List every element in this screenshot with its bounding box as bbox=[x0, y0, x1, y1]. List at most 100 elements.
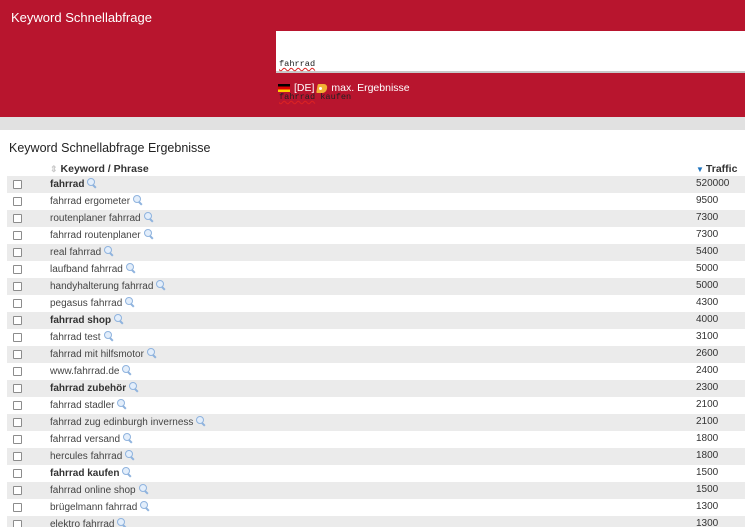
magnifier-icon[interactable] bbox=[122, 467, 132, 477]
keyword-text: hercules fahrrad bbox=[50, 451, 123, 462]
row-checkbox[interactable] bbox=[13, 367, 22, 376]
magnifier-icon[interactable] bbox=[146, 348, 157, 358]
keyword-cell: hercules fahrrad bbox=[50, 450, 135, 462]
row-checkbox[interactable] bbox=[13, 248, 22, 257]
table-row: handyhalterung fahrrad 5000 bbox=[7, 278, 745, 295]
row-checkbox[interactable] bbox=[13, 435, 22, 444]
keyword-cell: handyhalterung fahrrad bbox=[50, 280, 166, 292]
keyword-text: www.fahrrad.de bbox=[50, 366, 120, 377]
traffic-cell: 520000 bbox=[696, 178, 730, 189]
magnifier-icon[interactable] bbox=[143, 212, 154, 222]
magnifier-icon[interactable] bbox=[125, 263, 136, 273]
table-body: fahrrad 520000 fahrrad ergometer 9500 routen… bbox=[7, 176, 745, 527]
keyword-text: fahrrad ergometer bbox=[50, 196, 131, 207]
table-row: fahrrad stadler 2100 bbox=[7, 397, 745, 414]
keyword-column-label: Keyword / Phrase bbox=[60, 163, 149, 175]
row-checkbox[interactable] bbox=[13, 350, 22, 359]
row-checkbox[interactable] bbox=[13, 197, 22, 206]
magnifier-icon[interactable] bbox=[117, 518, 127, 527]
keyword-cell: fahrrad versand bbox=[50, 433, 133, 445]
magnifier-icon[interactable] bbox=[143, 229, 154, 239]
traffic-cell: 1300 bbox=[696, 518, 719, 527]
keyword-cell: fahrrad shop bbox=[50, 314, 124, 326]
magnifier-icon[interactable] bbox=[125, 297, 135, 307]
magnifier-icon[interactable] bbox=[129, 382, 139, 392]
magnifier-icon[interactable] bbox=[125, 450, 135, 460]
results-table: ⇕ Keyword / Phrase ▼ Traffic fahrrad 520000… bbox=[7, 163, 745, 527]
row-checkbox[interactable] bbox=[13, 282, 22, 291]
traffic-cell: 1500 bbox=[696, 467, 719, 478]
magnifier-icon[interactable] bbox=[117, 399, 127, 409]
table-row: routenplaner fahrrad 7300 bbox=[7, 210, 745, 227]
row-checkbox[interactable] bbox=[13, 316, 22, 325]
traffic-column-header[interactable]: ▼ Traffic bbox=[696, 163, 737, 175]
keyword-cell: fahrrad test bbox=[50, 331, 114, 343]
traffic-cell: 2300 bbox=[696, 382, 719, 393]
keyword-text: fahrrad zubehör bbox=[50, 383, 127, 394]
row-checkbox[interactable] bbox=[13, 469, 22, 478]
table-row: laufband fahrrad 5000 bbox=[7, 261, 745, 278]
app-title: Keyword Schnellabfrage bbox=[11, 10, 152, 25]
row-checkbox[interactable] bbox=[13, 452, 22, 461]
row-checkbox[interactable] bbox=[13, 520, 22, 527]
keyword-cell: elektro fahrrad bbox=[50, 518, 127, 527]
magnifier-icon[interactable] bbox=[122, 365, 132, 375]
magnifier-icon[interactable] bbox=[196, 416, 206, 426]
magnifier-icon[interactable] bbox=[87, 178, 97, 188]
keyword-text: handyhalterung fahrrad bbox=[50, 281, 154, 292]
keyword-text: fahrrad kaufen bbox=[50, 468, 120, 479]
row-checkbox[interactable] bbox=[13, 231, 22, 240]
search-options[interactable]: [DE] max. Ergebnisse bbox=[278, 82, 410, 94]
table-row: fahrrad mit hilfsmotor 2600 bbox=[7, 346, 745, 363]
keyword-cell: real fahrrad bbox=[50, 246, 114, 258]
tag-icon bbox=[317, 84, 328, 93]
keyword-text: fahrrad stadler bbox=[50, 400, 115, 411]
keyword-cell: fahrrad kaufen bbox=[50, 467, 132, 479]
traffic-cell: 2600 bbox=[696, 348, 719, 359]
table-row: fahrrad versand 1800 bbox=[7, 431, 745, 448]
magnifier-icon[interactable] bbox=[114, 314, 124, 324]
country-option[interactable]: [DE] bbox=[294, 82, 314, 94]
table-row: fahrrad test 3100 bbox=[7, 329, 745, 346]
row-checkbox[interactable] bbox=[13, 401, 22, 410]
row-checkbox[interactable] bbox=[13, 333, 22, 342]
keyword-column-header[interactable]: ⇕ Keyword / Phrase bbox=[50, 163, 149, 175]
keyword-cell: brügelmann fahrrad bbox=[50, 501, 150, 513]
table-row: elektro fahrrad 1300 bbox=[7, 516, 745, 527]
traffic-cell: 1800 bbox=[696, 450, 719, 461]
keyword-cell: laufband fahrrad bbox=[50, 263, 136, 275]
magnifier-icon[interactable] bbox=[138, 484, 149, 494]
keyword-text: fahrrad zug edinburgh inverness bbox=[50, 417, 194, 428]
table-row: fahrrad 520000 bbox=[7, 176, 745, 193]
row-checkbox[interactable] bbox=[13, 180, 22, 189]
max-results-option[interactable]: max. Ergebnisse bbox=[331, 82, 409, 94]
keyword-query-textarea[interactable]: fahrrad fahrrad kaufen bbox=[276, 31, 745, 102]
sort-desc-icon: ▼ bbox=[696, 165, 704, 174]
keyword-text: real fahrrad bbox=[50, 247, 102, 258]
row-checkbox[interactable] bbox=[13, 503, 22, 512]
magnifier-icon[interactable] bbox=[123, 433, 133, 443]
keyword-cell: fahrrad mit hilfsmotor bbox=[50, 348, 157, 360]
magnifier-icon[interactable] bbox=[156, 280, 166, 290]
header-bar: Keyword Schnellabfrage fahrrad fahrrad k… bbox=[0, 0, 745, 117]
table-row: fahrrad kaufen 1500 bbox=[7, 465, 745, 482]
magnifier-icon[interactable] bbox=[133, 195, 143, 205]
magnifier-icon[interactable] bbox=[104, 246, 114, 256]
traffic-cell: 1300 bbox=[696, 501, 719, 512]
keyword-text: fahrrad versand bbox=[50, 434, 121, 445]
table-row: fahrrad ergometer 9500 bbox=[7, 193, 745, 210]
row-checkbox[interactable] bbox=[13, 214, 22, 223]
row-checkbox[interactable] bbox=[13, 418, 22, 427]
magnifier-icon[interactable] bbox=[140, 501, 150, 511]
row-checkbox[interactable] bbox=[13, 384, 22, 393]
magnifier-icon[interactable] bbox=[103, 331, 114, 341]
row-checkbox[interactable] bbox=[13, 265, 22, 274]
keyword-cell: fahrrad bbox=[50, 178, 97, 190]
traffic-cell: 3100 bbox=[696, 331, 719, 342]
row-checkbox[interactable] bbox=[13, 299, 22, 308]
table-row: pegasus fahrrad 4300 bbox=[7, 295, 745, 312]
keyword-cell: fahrrad ergometer bbox=[50, 195, 143, 207]
sort-neutral-icon: ⇕ bbox=[50, 164, 58, 174]
traffic-cell: 1800 bbox=[696, 433, 719, 444]
row-checkbox[interactable] bbox=[13, 486, 22, 495]
